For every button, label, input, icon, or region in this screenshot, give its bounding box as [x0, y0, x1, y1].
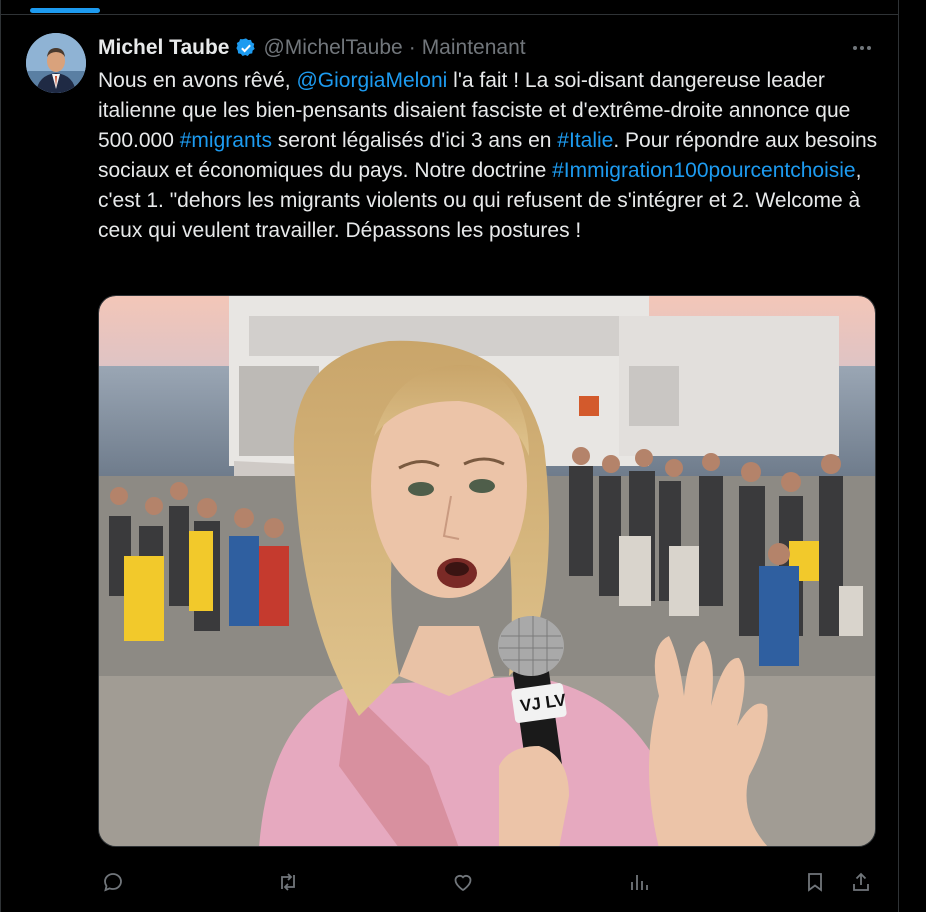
bookmark-button[interactable]: [800, 866, 830, 898]
share-icon: [853, 872, 869, 891]
share-button[interactable]: [846, 866, 876, 898]
separator: ·: [408, 36, 416, 59]
tweet-link[interactable]: #Immigration100pourcentchoisie: [552, 159, 856, 182]
timeline-border-left: [0, 0, 1, 912]
tweet-link[interactable]: #Italie: [557, 129, 613, 152]
verified-badge-icon: [235, 37, 257, 59]
bookmark-icon: [808, 873, 822, 892]
author-handle[interactable]: @MichelTaube: [263, 36, 402, 60]
tweet-image[interactable]: VJ LV: [98, 295, 876, 847]
tweet-text-segment: Nous en avons rêvé,: [98, 69, 297, 92]
timeline-border-right: [898, 0, 899, 912]
more-options-icon[interactable]: [848, 36, 876, 60]
views-button[interactable]: [624, 866, 654, 898]
reply-button[interactable]: [98, 866, 128, 898]
tweet-header: Michel Taube @MichelTaube · Maintenant: [98, 33, 526, 63]
tweet-link[interactable]: #migrants: [180, 129, 272, 152]
author-name[interactable]: Michel Taube: [98, 36, 229, 60]
tab-indicator: [30, 8, 100, 13]
tweet-link[interactable]: @GiorgiaMeloni: [296, 69, 447, 92]
tweet-text-segment: seront légalisés d'ici 3 ans en: [271, 129, 558, 152]
like-button[interactable]: [448, 866, 478, 898]
heart-icon: [454, 874, 472, 892]
reply-icon: [104, 873, 122, 892]
divider: [0, 14, 899, 15]
tweet-actions: [98, 866, 880, 898]
views-icon: [631, 875, 648, 890]
timestamp[interactable]: Maintenant: [422, 36, 526, 60]
avatar[interactable]: [26, 33, 86, 93]
tweet-text: Nous en avons rêvé, @GiorgiaMeloni l'a f…: [98, 66, 878, 246]
retweet-button[interactable]: [273, 866, 303, 898]
retweet-icon: [281, 873, 295, 891]
